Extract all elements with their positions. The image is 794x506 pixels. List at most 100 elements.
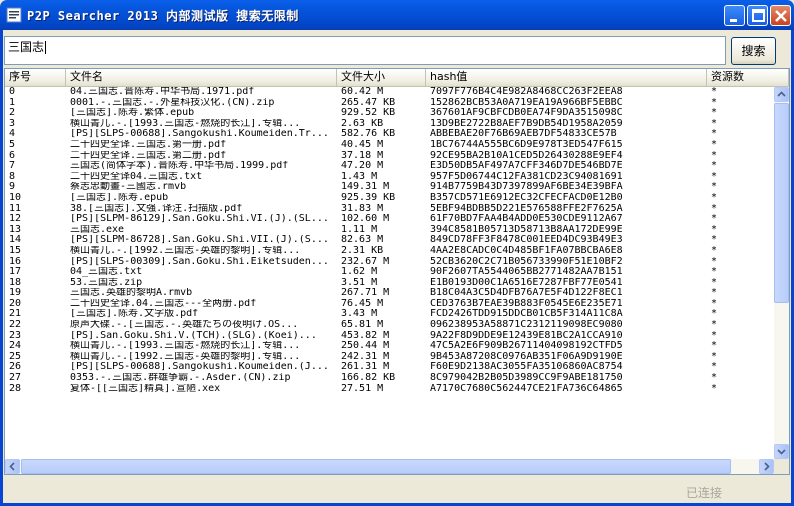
row-filename: 0001.-.三国志.-.外星科技汉化.(CN).zip	[70, 97, 275, 108]
maximize-button[interactable]	[747, 5, 768, 26]
results-list[interactable]: 序号 文件名 文件大小 hash值 资源数 0 04.三国志.晋陈寿.中华书局.1…	[4, 68, 790, 475]
row-hash: 957F5D06744C12FA381CD23C94081691	[430, 171, 623, 182]
column-header-filename[interactable]: 文件名	[66, 69, 337, 86]
result-row[interactable]: 23 [PS].San.Goku.Shi.V.(TCH).(SLG).(Koei)…	[5, 331, 774, 342]
vertical-scroll-thumb[interactable]	[774, 103, 789, 303]
result-row[interactable]: 22 原声大碟.-.[三国志.-.英雄たちの夜明け.OS... 65.81 M 096…	[5, 320, 774, 331]
result-row[interactable]: 10 [三国志].陈寿.epub 925.39 KB B357CD571E6912EC…	[5, 193, 774, 204]
vertical-scrollbar[interactable]	[774, 87, 789, 459]
row-hash: 13D9BE2722B8AEF7B9DB54D1958A2059	[430, 118, 623, 129]
row-filename: [PS][SLPM-86728].San.Goku.Shi.VII.(J).(S…	[70, 235, 329, 246]
result-row[interactable]: 8 二十四史全译04.三国志.txt 1.43 M 957F5D06744C12FA3…	[5, 172, 774, 183]
row-sources: *	[711, 192, 718, 203]
title-bar[interactable]: P2P Searcher 2013 内部测试版 搜索无限制	[0, 0, 794, 30]
row-filesize: 1.11 M	[341, 224, 378, 235]
row-hash: CED3763B7EAE39B883F0545E6E235E71	[430, 298, 623, 309]
result-row[interactable]: 9 蔡志忠動畫-三國志.rmvb 149.31 M 914B7759B43D73978…	[5, 182, 774, 193]
row-filesize: 82.63 M	[341, 235, 384, 246]
result-row[interactable]: 27 0353.-.三国志.群雄争霸.-.Asder.(CN).zip 166.82…	[5, 373, 774, 384]
row-filename: 0353.-.三国志.群雄争霸.-.Asder.(CN).zip	[70, 373, 291, 384]
result-row[interactable]: 19 三国志.英雄的黎明A.rmvb 267.71 M B18C04A3C5D4DFB…	[5, 288, 774, 299]
scroll-left-arrow-icon	[9, 462, 15, 471]
row-sources: *	[711, 214, 718, 225]
result-row[interactable]: 4 [PS][SLPS-00688].Sangokushi.Koumeiden.T…	[5, 129, 774, 140]
column-header-index[interactable]: 序号	[5, 69, 66, 86]
result-row[interactable]: 0 04.三国志.晋陈寿.中华书局.1971.pdf 60.42 M 7097F776…	[5, 87, 774, 98]
row-filesize: 242.31 M	[341, 351, 390, 362]
row-filesize: 60.42 M	[341, 87, 384, 97]
row-filesize: 582.76 KB	[341, 129, 396, 140]
result-row[interactable]: 21 [三国志].陈寿.文字版.pdf 3.43 M FCD2426TDD915DDC…	[5, 309, 774, 320]
row-filename: 横山菁儿.-.[1993.三国志-燃烧的长江].专辑...	[70, 118, 301, 129]
row-index: 6	[9, 150, 16, 161]
row-sources: *	[711, 182, 718, 193]
scroll-right-button[interactable]	[759, 459, 774, 474]
row-hash: B18C04A3C5D4DFB76A7E5F4D122F8EC1	[430, 288, 623, 299]
result-row[interactable]: 14 [PS][SLPM-86728].San.Goku.Shi.VII.(J).…	[5, 235, 774, 246]
horizontal-scroll-thumb[interactable]	[21, 459, 731, 474]
row-hash: ABBEBAE20F76B69AEB7DF54833CE57B	[430, 129, 617, 140]
row-sources: *	[711, 298, 718, 309]
search-button[interactable]: 搜索	[731, 37, 776, 65]
row-hash: 5EBF94BDBB5D221E576588FFE2F7625A	[430, 203, 623, 214]
row-sources: *	[711, 118, 718, 129]
scroll-down-button[interactable]	[774, 444, 789, 459]
result-row[interactable]: 7 三国志(简体字本).晋陈寿.中华书局.1999.pdf 47.20 M E3D50…	[5, 161, 774, 172]
row-hash: 849CD78FF3F8478C001EED4DC93B49E3	[430, 235, 623, 246]
result-row[interactable]: 26 [PS][SLPS-00688].Sangokushi.Koumeiden.…	[5, 362, 774, 373]
column-header-sources[interactable]: 资源数	[707, 69, 789, 86]
row-index: 1	[9, 97, 16, 108]
row-filename: [三国志].陈寿.繁体.epub	[70, 108, 195, 119]
row-sources: *	[711, 235, 718, 246]
column-header-filesize[interactable]: 文件大小	[337, 69, 426, 86]
row-index: 23	[9, 330, 22, 341]
result-row[interactable]: 15 横山菁儿.-.[1992.三国志-英雄的黎明].专辑... 2.31 KB 4A…	[5, 246, 774, 257]
result-row[interactable]: 18 53.三国志.zip 3.51 M E1B0193D00C1A6516E7287…	[5, 278, 774, 289]
result-row[interactable]: 25 横山菁儿.-.[1992.三国志-英雄的黎明].专辑... 242.31 M 9…	[5, 352, 774, 363]
row-filesize: 31.83 M	[341, 203, 384, 214]
result-row[interactable]: 2 [三国志].陈寿.繁体.epub 929.52 KB 367601AF9CBFCD…	[5, 108, 774, 119]
row-index: 2	[9, 108, 16, 119]
column-header-hash[interactable]: hash值	[426, 69, 707, 86]
minimize-button[interactable]	[724, 5, 745, 26]
close-button[interactable]	[770, 5, 791, 26]
result-row[interactable]: 20 二十四史全译.04.三国志---全两册.pdf 76.45 M CED3763B…	[5, 299, 774, 310]
row-index: 13	[9, 224, 22, 235]
result-row[interactable]: 6 二十四史全译.三国志.第二册.pdf 37.18 M 92CE95BA2B10A1…	[5, 151, 774, 162]
result-row[interactable]: 11 38.[三国志].文强.译注.扫描版.pdf 31.83 M 5EBF94BDB…	[5, 204, 774, 215]
row-hash: 61F70BD7FAA4B4ADD0E530CDE9112A67	[430, 214, 623, 225]
result-row[interactable]: 5 二十四史全译.三国志.第一册.pdf 40.45 M 1BC76744A555BC…	[5, 140, 774, 151]
result-row[interactable]: 28 复体-[[三国志]精真].宣陋.xex 27.51 M A7170C7680C5…	[5, 384, 774, 395]
row-hash: 096238953A58871C2312119098EC9080	[430, 320, 623, 331]
row-index: 19	[9, 288, 22, 299]
result-row[interactable]: 1 0001.-.三国志.-.外星科技汉化.(CN).zip 265.47 KB 15…	[5, 98, 774, 109]
row-filename: 二十四史全译.三国志.第二册.pdf	[70, 150, 227, 161]
result-row[interactable]: 12 [PS][SLPM-86129].San.Goku.Shi.VI.(J).(…	[5, 214, 774, 225]
horizontal-scrollbar[interactable]	[5, 459, 774, 474]
scroll-left-button[interactable]	[5, 459, 20, 474]
row-sources: *	[711, 87, 718, 97]
result-row[interactable]: 16 [PS][SLPS-00309].San.Goku.Shi.Eiketsud…	[5, 257, 774, 268]
result-row[interactable]: 17 04_三国志.txt 1.62 M 90F2607TA5544065BB2771…	[5, 267, 774, 278]
result-row[interactable]: 13 三国志.exe 1.11 M 394C8581B05713D58713B8AA1…	[5, 225, 774, 236]
row-index: 25	[9, 351, 22, 362]
row-index: 17	[9, 267, 22, 278]
result-row[interactable]: 3 横山菁儿.-.[1993.三国志-燃烧的长江].专辑... 2.63 KB 13D…	[5, 119, 774, 130]
search-input[interactable]: 三国志	[4, 36, 726, 65]
row-filename: 横山菁儿.-.[1993.三国志-燃烧的长江].专辑...	[70, 341, 301, 352]
row-filename: 二十四史全译.04.三国志---全两册.pdf	[70, 298, 257, 309]
scroll-right-arrow-icon	[764, 462, 770, 471]
row-filename: 原声大碟.-.[三国志.-.英雄たちの夜明け.OS...	[70, 320, 299, 331]
row-index: 7	[9, 161, 16, 172]
row-index: 8	[9, 171, 16, 182]
row-filesize: 40.45 M	[341, 139, 384, 150]
row-filesize: 453.82 M	[341, 330, 390, 341]
row-filesize: 265.47 KB	[341, 97, 396, 108]
result-row[interactable]: 24 横山菁儿.-.[1993.三国志-燃烧的长江].专辑... 250.44 M 4…	[5, 341, 774, 352]
row-filename: 二十四史全译04.三国志.txt	[70, 171, 203, 182]
row-index: 4	[9, 129, 16, 140]
scroll-up-button[interactable]	[774, 87, 789, 102]
row-filesize: 102.60 M	[341, 214, 390, 225]
row-sources: *	[711, 245, 718, 256]
row-hash: F60E9D2138AC3055FA35106860AC8754	[430, 362, 623, 373]
